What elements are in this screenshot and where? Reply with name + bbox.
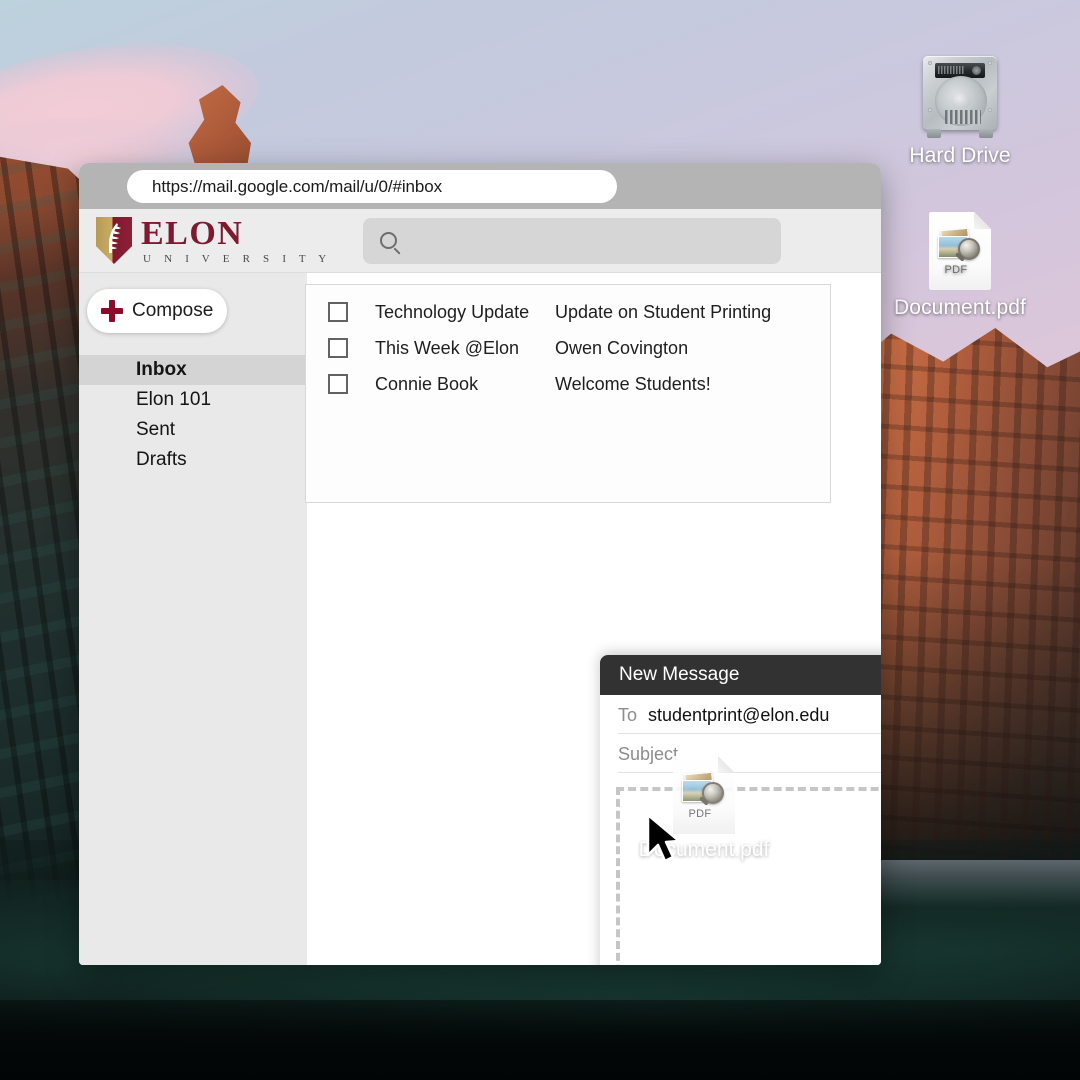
elon-name-text: ELON: [141, 214, 244, 252]
hard-drive-body: [923, 56, 997, 130]
email-list: Technology Update Update on Student Prin…: [305, 284, 831, 503]
email-subject: Update on Student Printing: [555, 301, 772, 322]
email-sender: Technology Update: [375, 301, 530, 322]
pdf-badge-text: PDF: [944, 264, 968, 276]
sidebar-item-inbox[interactable]: Inbox: [79, 355, 337, 385]
desktop-icon-hard-drive[interactable]: Hard Drive: [870, 52, 1050, 168]
hard-drive-icon: [919, 52, 1001, 138]
compose-button-label: Compose: [132, 300, 214, 321]
sidebar-item-elon-101[interactable]: Elon 101: [79, 385, 307, 415]
desktop-icon-label: Document.pdf: [894, 296, 1026, 319]
sidebar-item-label: Inbox: [136, 359, 187, 380]
email-sender: This Week @Elon: [375, 337, 519, 358]
gmail-header: ELON U N I V E R S I T Y: [79, 209, 881, 273]
desktop-icon-document-pdf[interactable]: PDF Document.pdf: [870, 212, 1050, 320]
email-checkbox[interactable]: [328, 302, 348, 322]
sidebar-item-label: Sent: [136, 419, 176, 440]
hard-drive-screw: [928, 61, 932, 65]
compose-window-title: New Message: [619, 664, 740, 686]
elon-shield-icon: [96, 217, 132, 264]
sidebar-item-drafts[interactable]: Drafts: [79, 445, 307, 475]
email-subject: Owen Covington: [555, 337, 689, 358]
email-subject: Welcome Students!: [555, 373, 711, 394]
compose-window: New Message ✕ To studentprint@elon.edu S…: [600, 655, 881, 965]
subject-field-row[interactable]: Subject: [618, 734, 881, 774]
gmail-sidebar: Compose Inbox Elon 101 Sent Drafts: [79, 273, 337, 965]
hard-drive-vents: [945, 110, 981, 124]
hard-drive-screw: [988, 108, 992, 112]
email-sender: Connie Book: [375, 373, 479, 394]
browser-titlebar: https://mail.google.com/mail/u/0/#inbox: [79, 163, 881, 209]
pdf-file-icon: PDF: [929, 212, 991, 290]
hard-drive-foot: [979, 129, 993, 138]
to-field[interactable]: studentprint@elon.edu: [648, 705, 829, 726]
plus-icon: [101, 300, 123, 322]
compose-button[interactable]: Compose: [87, 289, 227, 333]
subject-field[interactable]: Subject: [618, 744, 678, 765]
compose-window-header[interactable]: New Message ✕: [600, 655, 881, 696]
url-input[interactable]: https://mail.google.com/mail/u/0/#inbox: [127, 170, 617, 203]
browser-window: https://mail.google.com/mail/u/0/#inbox …: [79, 163, 881, 965]
wallpaper-foreground-band: [0, 1000, 1080, 1080]
desktop-icon-label: Hard Drive: [909, 144, 1011, 167]
email-checkbox[interactable]: [328, 374, 348, 394]
elon-wordmark: ELON U N I V E R S I T Y: [141, 214, 332, 265]
hard-drive-screw: [928, 108, 932, 112]
sidebar-item-label: Elon 101: [136, 389, 212, 410]
attachment-drop-zone[interactable]: [616, 787, 881, 965]
sidebar-item-sent[interactable]: Sent: [79, 415, 307, 445]
hard-drive-hub: [951, 92, 971, 109]
table-row[interactable]: This Week @Elon Owen Covington: [306, 330, 830, 366]
mail-main-panel: Technology Update Update on Student Prin…: [305, 273, 881, 965]
table-row[interactable]: Connie Book Welcome Students!: [306, 366, 830, 402]
email-checkbox[interactable]: [328, 338, 348, 358]
gmail-body: Compose Inbox Elon 101 Sent Drafts Techn…: [79, 273, 881, 965]
search-icon: [380, 232, 398, 249]
folder-list: Inbox Elon 101 Sent Drafts: [79, 355, 337, 475]
elon-university-logo: ELON U N I V E R S I T Y: [96, 214, 332, 265]
hard-drive-foot: [927, 129, 941, 138]
pdf-folded-corner: [974, 212, 991, 229]
sidebar-item-label: Drafts: [136, 449, 187, 470]
recipient-field-row[interactable]: To studentprint@elon.edu: [618, 695, 881, 735]
hard-drive-screw: [988, 61, 992, 65]
elon-subtitle-text: U N I V E R S I T Y: [143, 252, 332, 265]
table-row[interactable]: Technology Update Update on Student Prin…: [306, 294, 830, 330]
shield-feather-glyph: [109, 223, 121, 253]
search-input[interactable]: [363, 217, 782, 264]
to-label: To: [618, 705, 638, 726]
